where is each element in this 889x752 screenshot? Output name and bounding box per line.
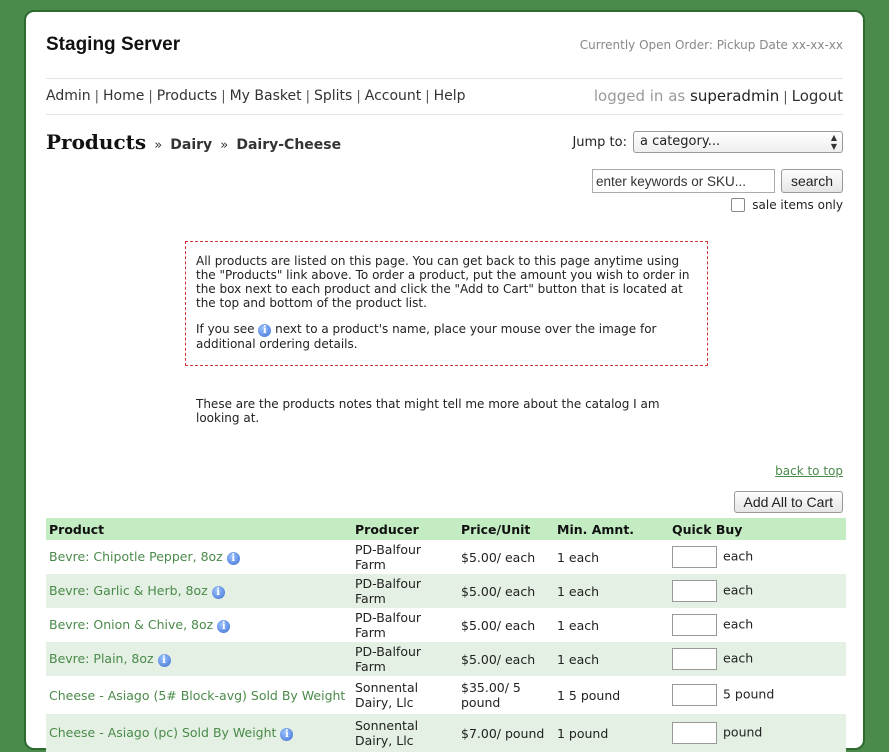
min-amount-cell: 1 each — [554, 574, 669, 608]
products-table: Product Producer Price/Unit Min. Amnt. Q… — [46, 518, 846, 752]
site-title: Staging Server — [46, 34, 181, 55]
info-icon: i — [258, 324, 272, 337]
main-nav: Admin | Home | Products | My Basket | Splits | Acc… — [46, 88, 466, 104]
quantity-input[interactable] — [672, 648, 717, 670]
info-icon[interactable]: i — [211, 586, 225, 599]
info-icon[interactable]: i — [157, 654, 171, 667]
min-amount-cell: 1 each — [557, 617, 600, 633]
login-username: superadmin — [690, 87, 780, 105]
sale-items-label: sale items only — [752, 198, 843, 212]
sale-filter: sale items only — [731, 198, 843, 212]
producer-cell: PD-Balfour Farm — [352, 574, 458, 608]
open-order-status: Currently Open Order: Pickup Date xx-xx-… — [579, 38, 843, 52]
back-to-top-link[interactable]: back to top — [775, 464, 843, 478]
table-header: Product Producer Price/Unit Min. Amnt. Q… — [46, 518, 846, 540]
table-row: Cheese - Asiago (pc) Sold By Weight i So… — [46, 714, 846, 752]
quantity-input[interactable] — [672, 546, 717, 568]
col-quick-buy: Quick Buy — [669, 518, 846, 540]
nav-home[interactable]: Home — [103, 88, 144, 104]
col-product: Product — [46, 518, 352, 540]
product-link[interactable]: Cheese - Asiago (pc) Sold By Weight — [49, 725, 276, 740]
unit-label: each — [723, 616, 754, 632]
col-producer: Producer — [352, 518, 458, 540]
table-row: Bevre: Onion & Chive, 8oz i PD-Balfour F… — [46, 608, 846, 642]
divider — [46, 78, 843, 79]
producer-cell: PD-Balfour Farm — [355, 610, 422, 640]
product-link[interactable]: Bevre: Onion & Chive, 8oz — [49, 617, 213, 632]
nav-splits[interactable]: Splits — [314, 88, 352, 104]
price-cell: $7.00/ pound — [458, 714, 554, 752]
breadcrumb: Products » Dairy » Dairy-Cheese — [46, 130, 342, 154]
quantity-input[interactable] — [672, 580, 717, 602]
sale-items-checkbox[interactable] — [731, 198, 746, 212]
jump-label: Jump to: — [572, 134, 627, 150]
nav-help[interactable]: Help — [434, 88, 466, 104]
info-icon[interactable]: i — [226, 552, 240, 565]
search-input[interactable] — [591, 169, 775, 193]
divider — [46, 114, 843, 115]
breadcrumb-category[interactable]: Dairy — [170, 137, 212, 153]
col-min: Min. Amnt. — [554, 518, 669, 540]
page-title: Products — [46, 130, 147, 154]
quantity-input[interactable] — [672, 722, 717, 744]
unit-label: pound — [723, 724, 763, 740]
product-link[interactable]: Bevre: Chipotle Pepper, 8oz — [49, 549, 223, 564]
price-cell: $5.00/ each — [461, 617, 536, 633]
table-row: Bevre: Garlic & Herb, 8oz i PD-Balfour F… — [46, 574, 846, 608]
producer-cell: Sonnental Dairy, Llc — [352, 714, 458, 752]
price-cell: $5.00/ each — [458, 642, 554, 676]
info-icon[interactable]: i — [217, 620, 231, 633]
price-cell: $5.00/ each — [461, 549, 536, 565]
logout-link[interactable]: Logout — [792, 87, 843, 105]
price-cell: $5.00/ each — [458, 574, 554, 608]
product-link[interactable]: Cheese - Asiago (5# Block-avg) Sold By W… — [49, 688, 345, 703]
min-amount-cell: 1 each — [554, 642, 669, 676]
col-price: Price/Unit — [458, 518, 554, 540]
producer-cell: PD-Balfour Farm — [352, 642, 458, 676]
ordering-notice: All products are listed on this page. Yo… — [185, 241, 708, 366]
unit-label: 5 pound — [723, 686, 775, 702]
search-bar: search — [591, 169, 843, 193]
product-link[interactable]: Bevre: Plain, 8oz — [49, 651, 154, 666]
quantity-input[interactable] — [672, 614, 717, 636]
info-icon[interactable]: i — [280, 728, 294, 741]
page-container: Staging Server Currently Open Order: Pic… — [24, 10, 865, 752]
notice-paragraph: All products are listed on this page. Yo… — [196, 254, 690, 310]
notice-paragraph: If you see i next to a product's name, p… — [196, 322, 657, 351]
category-select[interactable]: a category... ▲ ▼ — [633, 131, 843, 153]
login-status: logged in as superadmin | Logout — [593, 87, 843, 105]
product-link[interactable]: Bevre: Garlic & Herb, 8oz — [49, 583, 208, 598]
catalog-notes: These are the products notes that might … — [196, 397, 660, 425]
nav-products[interactable]: Products — [157, 88, 217, 104]
producer-cell: Sonnental Dairy, Llc — [355, 680, 419, 710]
breadcrumb-subcategory: Dairy-Cheese — [236, 137, 342, 153]
login-prefix: logged in as — [593, 87, 686, 105]
table-row: Bevre: Plain, 8oz i PD-Balfour Farm $5.0… — [46, 642, 846, 676]
unit-label: each — [723, 650, 754, 666]
producer-cell: PD-Balfour Farm — [355, 542, 422, 572]
add-all-to-cart-button[interactable]: Add All to Cart — [733, 491, 843, 513]
table-row: Bevre: Chipotle Pepper, 8oz i PD-Balfour… — [46, 540, 846, 574]
chevron-updown-icon: ▲ ▼ — [830, 133, 837, 151]
min-amount-cell: 1 5 pound — [557, 687, 621, 703]
price-cell: $35.00/ 5 pound — [461, 680, 521, 710]
search-button[interactable]: search — [780, 169, 843, 193]
nav-account[interactable]: Account — [365, 88, 422, 104]
table-row: Cheese - Asiago (5# Block-avg) Sold By W… — [46, 676, 846, 714]
min-amount-cell: 1 each — [557, 549, 600, 565]
jump-to-category: Jump to: a category... ▲ ▼ — [572, 131, 843, 153]
nav-admin[interactable]: Admin — [46, 88, 91, 104]
quantity-input[interactable] — [672, 684, 717, 706]
min-amount-cell: 1 pound — [554, 714, 669, 752]
unit-label: each — [723, 582, 754, 598]
unit-label: each — [723, 548, 754, 564]
nav-my-basket[interactable]: My Basket — [230, 88, 302, 104]
